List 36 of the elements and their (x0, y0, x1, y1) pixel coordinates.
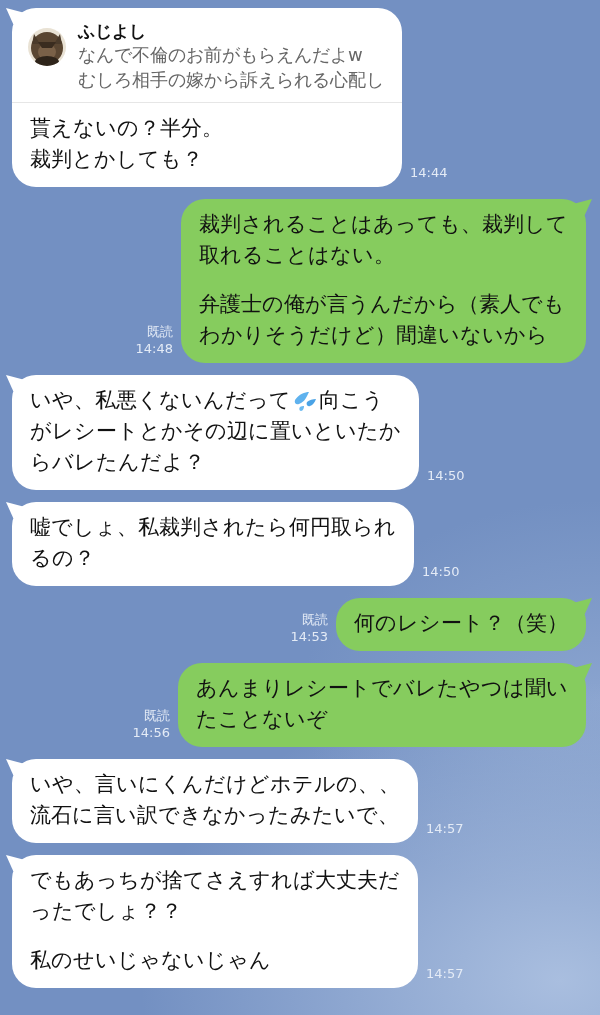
message-text: いや、言いにくんだけどホテルの、、 (30, 771, 400, 798)
quoted-text: むしろ相手の嫁から訴えられる心配し (78, 68, 384, 92)
message-text: 取れることはない。 (199, 242, 395, 269)
message-text: いや、私悪くないんだって (30, 387, 291, 414)
message-text: ったでしょ？？ (30, 898, 182, 925)
message-text: 嘘でしょ、私裁判されたら何円取られ (30, 514, 396, 541)
message-text: あんまりレシートでバレたやつは聞い (196, 675, 568, 702)
message-text: 裁判されることはあっても、裁判して (199, 211, 568, 238)
message-text: でもあっちが捨てさえすれば大丈夫だ (30, 867, 400, 894)
message-text: 何のレシート？（笑） (354, 610, 568, 637)
read-receipt: 既読 (144, 707, 170, 724)
reply-quote[interactable]: ふじよし なんで不倫のお前がもらえんだよw むしろ相手の嫁から訴えられる心配し (12, 16, 402, 103)
quoted-text: なんで不倫のお前がもらえんだよw (78, 43, 364, 67)
message-text: 流石に言い訳できなかったみたいで、 (30, 802, 399, 829)
message-text: 裁判とかしても？ (30, 146, 203, 173)
timestamp: 14:53 (290, 628, 328, 645)
message-text: 私のせいじゃないじゃん (30, 947, 271, 974)
message-text: がレシートとかその辺に置いといたか (30, 418, 401, 445)
message-text: わかりそうだけど）間違いないから (199, 322, 548, 349)
timestamp: 14:50 (427, 467, 465, 484)
message-text: 弁護士の俺が言うんだから（素人でも (199, 291, 565, 318)
timestamp: 14:50 (422, 563, 460, 580)
read-receipt: 既読 (302, 611, 328, 628)
message-text: たことないぞ (196, 706, 328, 733)
message-text: らバレたんだよ？ (30, 449, 205, 476)
sender-name: ふじよし (78, 20, 147, 42)
timestamp: 14:48 (135, 340, 173, 357)
timestamp: 14:57 (426, 820, 464, 837)
message-text: 貰えないの？半分。 (30, 115, 223, 142)
droplets-icon (293, 389, 317, 412)
timestamp: 14:44 (410, 164, 448, 181)
timestamp: 14:57 (426, 965, 464, 982)
timestamp: 14:56 (132, 724, 170, 741)
message-text: 向こう (319, 387, 384, 414)
message-text: るの？ (30, 545, 95, 572)
read-receipt: 既読 (147, 323, 173, 340)
